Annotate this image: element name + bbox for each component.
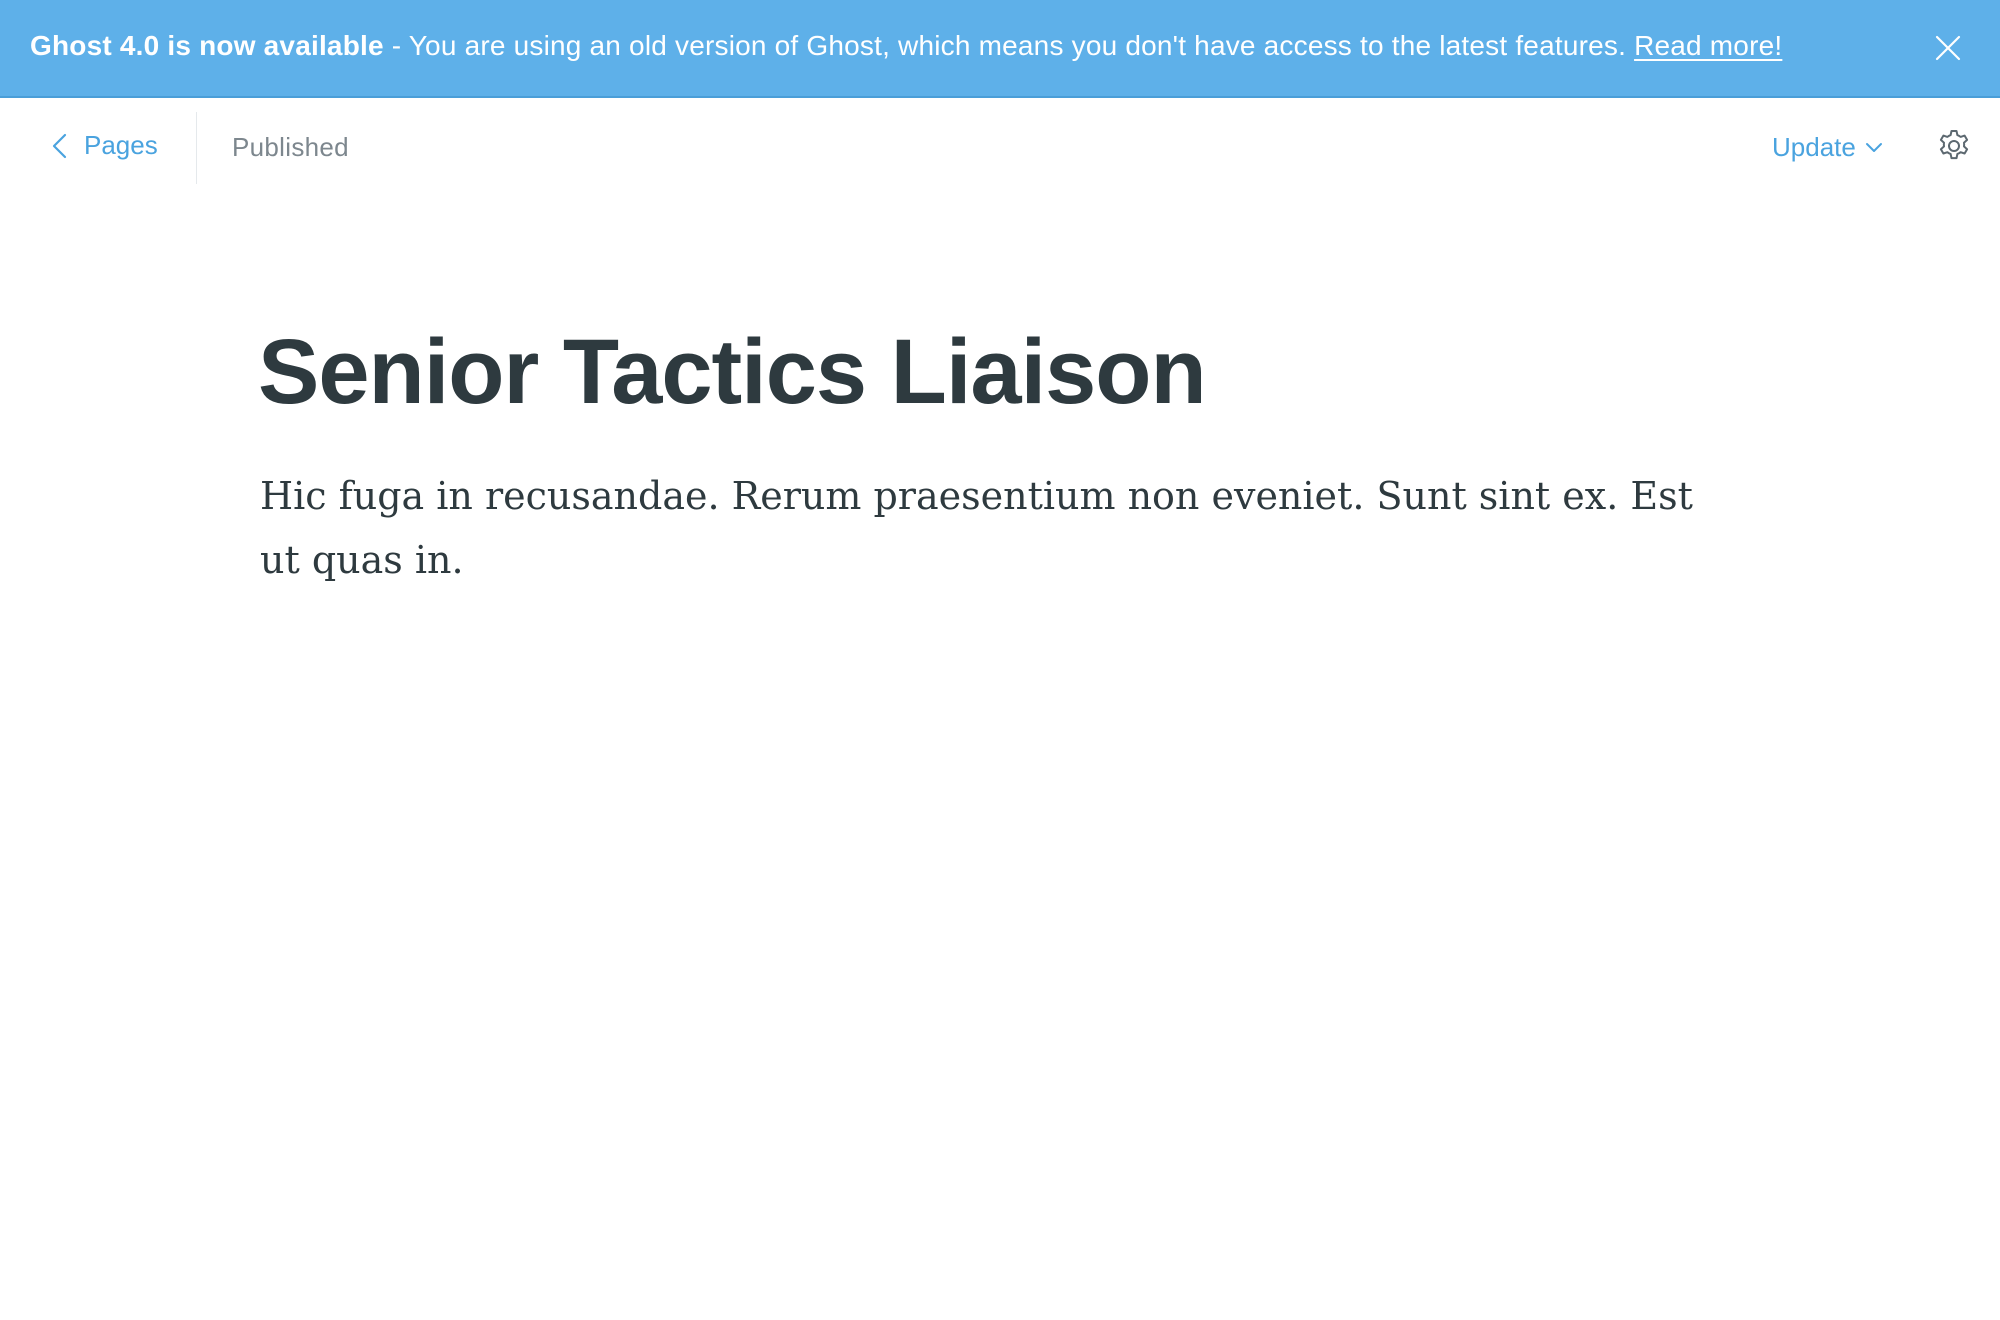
close-banner-button[interactable] <box>1934 34 1962 62</box>
chevron-left-icon <box>52 133 67 158</box>
banner-text: Ghost 4.0 is now available - You are usi… <box>30 30 1782 62</box>
upgrade-banner: Ghost 4.0 is now available - You are usi… <box>0 0 2000 98</box>
update-button[interactable]: Update <box>1772 132 1884 163</box>
read-more-link[interactable]: Read more! <box>1634 30 1782 61</box>
post-title[interactable]: Senior Tactics Liaison <box>258 321 1207 423</box>
header-divider <box>196 112 197 184</box>
back-to-pages-link[interactable]: Pages <box>50 130 158 161</box>
editor-header: Pages Published Update <box>0 98 2000 184</box>
gear-icon <box>1939 130 1969 160</box>
banner-headline: Ghost 4.0 is now available <box>30 30 384 61</box>
banner-message: - You are using an old version of Ghost,… <box>383 30 1635 61</box>
post-body[interactable]: Hic fuga in recusandae. Rerum praesentiu… <box>260 464 1730 592</box>
back-link-label: Pages <box>84 130 158 160</box>
post-status: Published <box>232 132 349 162</box>
chevron-down-icon <box>1865 142 1882 152</box>
settings-button[interactable] <box>1936 128 1972 164</box>
update-button-label: Update <box>1772 132 1856 162</box>
close-icon <box>1935 35 1961 61</box>
